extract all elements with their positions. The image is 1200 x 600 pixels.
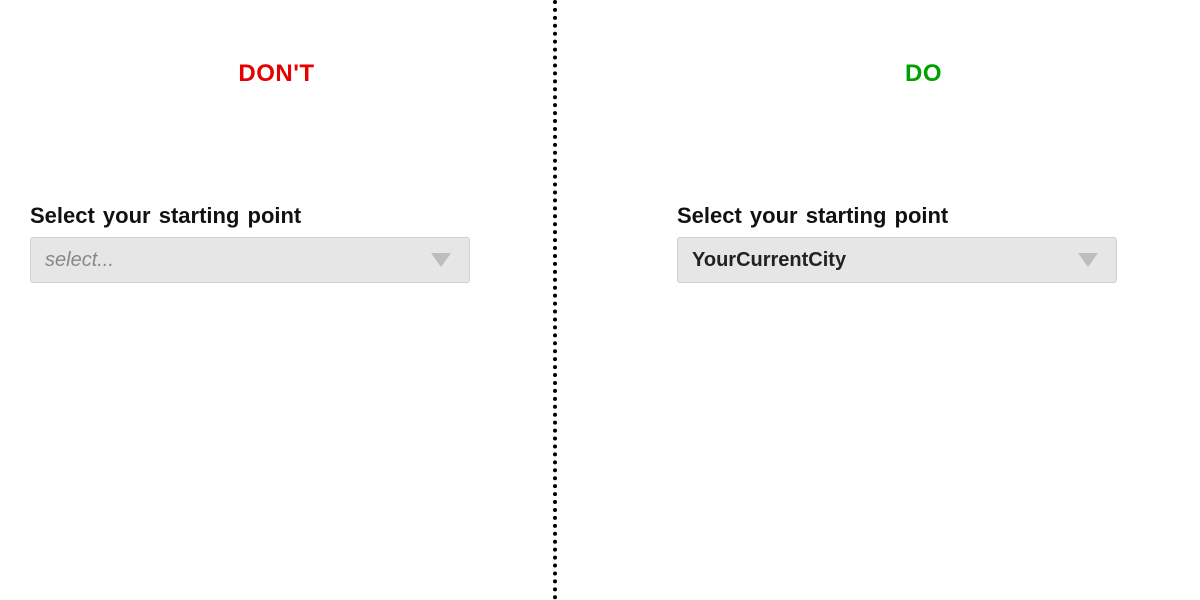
dont-dropdown[interactable]: select... — [30, 237, 470, 283]
dont-dropdown-placeholder: select... — [45, 249, 114, 272]
chevron-down-icon — [1078, 253, 1098, 267]
dont-field: Select your starting point select... — [30, 203, 470, 283]
dont-panel: DON'T Select your starting point select.… — [0, 0, 553, 600]
do-dropdown[interactable]: YourCurrentCity — [677, 237, 1117, 283]
dont-dropdown-label: Select your starting point — [30, 203, 470, 229]
dont-heading: DON'T — [30, 60, 523, 88]
do-dropdown-label: Select your starting point — [677, 203, 1117, 229]
do-field: Select your starting point YourCurrentCi… — [677, 203, 1117, 283]
comparison-container: DON'T Select your starting point select.… — [0, 0, 1200, 600]
do-dropdown-value: YourCurrentCity — [692, 249, 846, 272]
do-panel: DO Select your starting point YourCurren… — [557, 0, 1200, 600]
do-heading: DO — [677, 60, 1170, 88]
chevron-down-icon — [431, 253, 451, 267]
